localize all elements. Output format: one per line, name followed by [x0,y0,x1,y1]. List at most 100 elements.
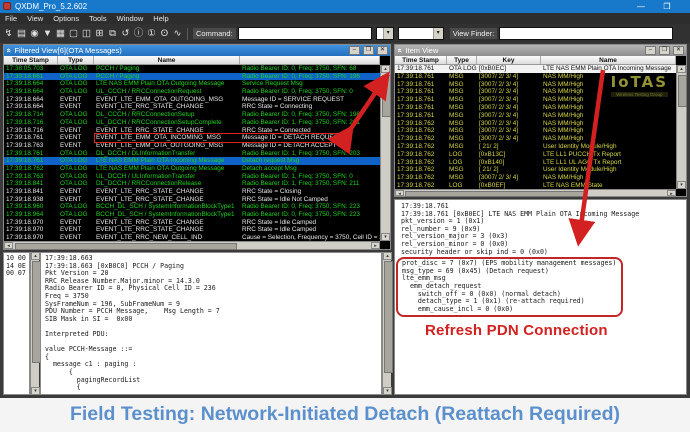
item-row[interactable]: 17:39:18.761MSG[3007/ 2/ 3/ 4]NAS MM/Hig… [395,73,676,81]
column-header[interactable]: Name [94,56,240,64]
item-row[interactable]: 17:39:18.762MSG[3007/ 2/ 3/ 4]NAS MM/Hig… [395,127,676,135]
log-row[interactable]: 17:39:18.761OTA LOGDL_DCCH / DLInformati… [4,150,380,158]
log-row[interactable]: 17:39:18.661OTA LOGPCCH / PagingRadio Be… [4,73,380,81]
item-row[interactable]: 17:39:18.762MSG[3007/ 2/ 3/ 4]NAS MM/Hig… [395,135,676,143]
column-header[interactable]: Time Stamp [4,56,58,64]
log-row[interactable]: 17:39:18.960OTA LOGBCCH_DL_SCH / SystemI… [4,203,380,211]
itemview-vertical-scrollbar[interactable]: ▴ ▾ [676,65,686,189]
item-row[interactable]: 17:39:18.762MSG[ 21/ 2]User Identity Mod… [395,166,676,174]
log-row[interactable]: 17:39:18.964OTA LOGBCCH_DL_SCH / SystemI… [4,211,380,219]
view-finder-input[interactable] [499,27,673,40]
save-icon[interactable]: ▦ [54,27,67,41]
signal-icon[interactable]: ∿ [171,27,184,41]
column-header[interactable]: Key [477,56,541,64]
filtered-vertical-scrollbar[interactable]: ▴ ▾ [380,65,390,241]
item-view-titlebar[interactable]: «Item View – ❒ ✕ [395,45,686,56]
scroll-down-icon[interactable]: ▾ [677,181,686,189]
play-icon[interactable]: ◉ [28,27,41,41]
filtered-horizontal-scrollbar[interactable]: ◂ ▸ [4,241,380,249]
panel-minimize-button[interactable]: – [349,46,360,55]
log-row[interactable]: 17:39:18.664EVENTEVENT_LTE_RRC_STATE_CHA… [4,103,380,111]
log-row[interactable]: 17:39:18.664EVENTEVENT_LTE_EMM_OTA_OUTGO… [4,96,380,104]
log-row[interactable]: 17:39:18.970EVENTEVENT_LTE_RRC_STATE_CHA… [4,219,380,227]
scroll-thumb[interactable] [405,191,587,197]
open-folder-icon[interactable]: ▤ [15,27,28,41]
menu-item-tools[interactable]: Tools [89,13,107,24]
toolbar-combo-1[interactable]: ▾ [376,27,394,40]
log-row[interactable]: 17:39:18.970EVENTEVENT_LTE_RRC_NEW_CELL_… [4,234,380,241]
column-header[interactable] [240,56,380,64]
item-row[interactable]: 17:39:18.762LOG[0xB0EF]LTE NAS EMM State [395,182,676,189]
log-row[interactable]: 17:39:18.841OTA LOGDL_DCCH / RRCConnecti… [4,180,380,188]
minimize-button[interactable]: — [632,0,650,13]
panel-close-button[interactable]: ✕ [673,46,684,55]
log-row[interactable]: 17:39:18.761EVENTEVENT_LTE_EMM_OTA_INCOM… [4,134,380,142]
item-row[interactable]: 17:39:18.762LOG[0xB13C]LTE LL1 PUCCH Tx … [395,151,676,159]
layers-icon[interactable]: ⧉ [106,27,119,41]
power-icon[interactable]: ʘ [158,27,171,41]
log-row[interactable]: 17:39:18.716EVENTEVENT_LTE_RRC_STATE_CHA… [4,127,380,135]
panel-maximize-button[interactable]: ❒ [363,46,374,55]
scroll-thumb[interactable] [678,75,687,107]
item-row[interactable]: 17:39:18.761MSG[3007/ 2/ 3/ 4]NAS MM/Hig… [395,81,676,89]
log-row[interactable]: 17:38:05.703OTA LOGPCCH / PagingRadio Be… [4,65,380,73]
info-icon[interactable]: ⓘ [132,27,145,41]
log-row[interactable]: 17:39:18.841EVENTEVENT_LTE_RRC_STATE_CHA… [4,188,380,196]
item-row[interactable]: 17:39:18.761MSG[3007/ 2/ 3/ 4]NAS MM/Hig… [395,96,676,104]
item-row[interactable]: 17:39:18.761OTA LOG[0xB0EC]LTE NAS EMM P… [395,65,676,73]
scroll-thumb[interactable] [15,243,237,250]
column-header[interactable]: Type [447,56,477,64]
new-window-icon[interactable]: ▢ [67,27,80,41]
reset-icon[interactable]: ↺ [119,27,132,41]
log-row[interactable]: 17:39:18.714OTA LOGDL_CCCH / RRCConnecti… [4,111,380,119]
log-row[interactable]: 17:39:18.762OTA LOGLTE NAS EMM Plain OTA… [4,165,380,173]
scroll-thumb[interactable] [382,75,391,117]
scroll-thumb[interactable] [384,261,393,373]
log-row[interactable]: 17:39:18.664OTA LOGLTE NAS EMM Plain OTA… [4,80,380,88]
filter-icon[interactable]: ▼ [41,27,54,41]
log-row[interactable]: 17:39:18.938EVENTEVENT_LTE_RRC_STATE_CHA… [4,196,380,204]
scroll-left-icon[interactable]: ◂ [4,242,13,249]
paging-scrollbar[interactable]: ▴ ▾ [382,252,391,395]
log-row[interactable]: 17:39:18.763OTA LOGUL_DCCH / ULInformati… [4,173,380,181]
scroll-right-icon[interactable]: ▸ [371,242,380,249]
menu-item-help[interactable]: Help [153,13,168,24]
scroll-right-icon[interactable]: ▸ [667,190,676,196]
item-row[interactable]: 17:39:18.762MSG[ 21/ 2]User Identity Mod… [395,143,676,151]
panel-maximize-button[interactable]: ❒ [659,46,670,55]
menu-item-file[interactable]: File [5,13,17,24]
scroll-up-icon[interactable]: ▴ [31,252,40,260]
column-header[interactable]: Type [58,56,94,64]
log-row[interactable]: 17:39:18.716OTA LOGUL_DCCH / RRCConnecti… [4,119,380,127]
column-header[interactable]: Time Stamp [395,56,447,64]
add-view-icon[interactable]: ⊞ [93,27,106,41]
column-header[interactable]: Name [541,56,676,64]
menu-item-view[interactable]: View [27,13,43,24]
hex-scrollbar[interactable]: ▴ ▾ [30,252,39,395]
scroll-left-icon[interactable]: ◂ [395,190,404,196]
log-row[interactable]: 17:39:18.763EVENTEVENT_LTE_EMM_OTA_OUTGO… [4,142,380,150]
filtered-view-titlebar[interactable]: «Filtered View[6](OTA Messages) – ❒ ✕ [4,45,390,56]
item-row[interactable]: 17:39:18.762LOG[0xB140]LTE LL1 UL AGC Tx… [395,159,676,167]
menu-item-options[interactable]: Options [53,13,79,24]
scroll-down-icon[interactable]: ▾ [381,233,390,241]
log-row[interactable]: 17:39:18.970EVENTEVENT_LTE_RRC_STATE_CHA… [4,226,380,234]
item-row[interactable]: 17:39:18.761MSG[3007/ 2/ 3/ 4]NAS MM/Hig… [395,88,676,96]
scroll-up-icon[interactable]: ▴ [381,65,390,73]
itemview-horizontal-scrollbar[interactable]: ◂ ▸ [395,189,676,196]
item-row[interactable]: 17:39:18.762MSG[3007/ 2/ 3/ 4]NAS MM/Hig… [395,174,676,182]
connect-icon[interactable]: ↯ [2,27,15,41]
item-row[interactable]: 17:39:18.761MSG[3007/ 2/ 3/ 4]NAS MM/Hig… [395,104,676,112]
split-view-icon[interactable]: ◫ [80,27,93,41]
scroll-down-icon[interactable]: ▾ [383,387,392,395]
maximize-button[interactable]: ❒ [658,0,676,13]
panel-close-button[interactable]: ✕ [377,46,388,55]
toolbar-combo-2[interactable]: ▾ [398,27,444,40]
menu-item-window[interactable]: Window [117,13,144,24]
item-row[interactable]: 17:39:18.762MSG[3007/ 2/ 3/ 4]NAS MM/Hig… [395,120,676,128]
command-input[interactable] [238,27,372,40]
about-icon[interactable]: ① [145,27,158,41]
item-row[interactable]: 17:39:18.761MSG[3007/ 2/ 3/ 4]NAS MM/Hig… [395,112,676,120]
scroll-down-icon[interactable]: ▾ [31,387,40,395]
scroll-up-icon[interactable]: ▴ [677,65,686,73]
